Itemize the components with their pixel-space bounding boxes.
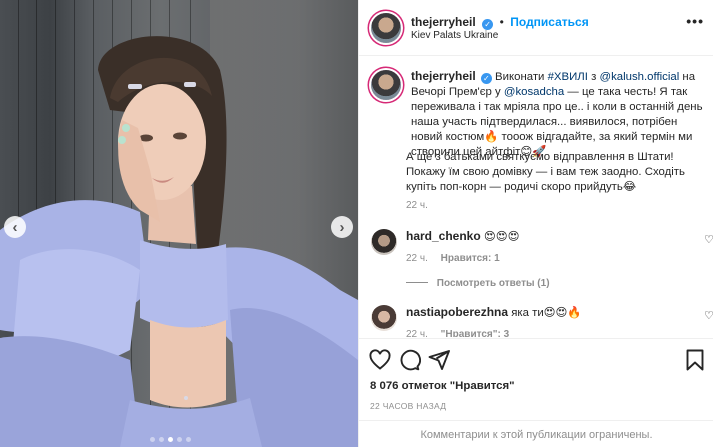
chevron-right-icon: ›: [339, 218, 345, 236]
carousel-dot: [186, 437, 191, 442]
caption-paragraph-2: А ще з батьками святкуємо відправлення в…: [406, 151, 685, 193]
commenter-avatar[interactable]: [371, 305, 397, 331]
woman-portrait: [0, 36, 358, 447]
verified-badge-icon: ✓: [480, 73, 492, 84]
caption-avatar[interactable]: [371, 70, 401, 100]
comment: nastiapoberezhna яка ти😍😍🔥: [406, 305, 582, 321]
heart-icon[interactable]: [368, 348, 392, 372]
comment-meta: 22 ч. "Нравится": 3: [406, 329, 509, 337]
comment-username[interactable]: nastiapoberezhna: [406, 305, 508, 319]
post-actions: 8 076 отметок "Нравится" 22 ЧАСОВ НАЗАД …: [359, 338, 713, 447]
comment-time[interactable]: 22 ч.: [406, 329, 428, 337]
chevron-left-icon: ‹: [12, 218, 18, 236]
caption-text-segment: Виконати: [495, 71, 548, 83]
caption-text: Виконати #ХВИЛІ з @kalush.official на Ве…: [411, 71, 703, 158]
post-header: thejerryheil ✓ • Подписаться Kiev Palats…: [359, 0, 713, 56]
comment-text: яка ти😍😍🔥: [511, 307, 582, 319]
carousel-dot: [168, 437, 173, 442]
author-username[interactable]: thejerryheil: [411, 15, 476, 29]
carousel-dots: [150, 437, 191, 442]
comment-username[interactable]: hard_chenko: [406, 229, 481, 243]
hashtag-link[interactable]: #ХВИЛІ: [548, 71, 588, 83]
comment-like-heart-icon[interactable]: ♡: [704, 233, 713, 246]
caption-text-segment: з: [587, 71, 600, 83]
comment: hard_chenko 😍😍😍: [406, 229, 520, 245]
carousel-dot: [159, 437, 164, 442]
instagram-post: ‹ › thejerryheil ✓ • Подписаться Kiev Pa…: [0, 0, 713, 447]
post-location[interactable]: Kiev Palats Ukraine: [411, 30, 498, 41]
comment-text: 😍😍😍: [483, 231, 520, 243]
comment-likes[interactable]: "Нравится": 3: [441, 329, 510, 337]
comment-icon[interactable]: [397, 348, 421, 372]
comment-meta: 22 ч. Нравится: 1: [406, 253, 500, 264]
comments-limited-notice: Комментарии к этой публикации ограничены…: [359, 420, 713, 447]
replies-line: [406, 282, 428, 283]
bookmark-icon[interactable]: [683, 348, 707, 372]
mention-link[interactable]: @kalush.official: [600, 71, 680, 83]
view-replies[interactable]: Посмотреть ответы (1): [406, 278, 550, 289]
author-avatar[interactable]: [371, 13, 401, 43]
post-side-panel: thejerryheil ✓ • Подписаться Kiev Palats…: [358, 0, 713, 447]
carousel-prev-button[interactable]: ‹: [4, 216, 26, 238]
carousel-dot: [177, 437, 182, 442]
comments-list[interactable]: thejerryheil ✓ Виконати #ХВИЛІ з @kalush…: [359, 57, 713, 337]
comment-likes[interactable]: Нравится: 1: [441, 253, 500, 264]
carousel-next-button[interactable]: ›: [331, 216, 353, 238]
comment-like-heart-icon[interactable]: ♡: [704, 309, 713, 322]
carousel-dot: [150, 437, 155, 442]
commenter-avatar[interactable]: [371, 229, 397, 255]
verified-badge-icon: ✓: [482, 19, 494, 30]
header-separator: •: [499, 15, 504, 29]
caption-time[interactable]: 22 ч.: [406, 200, 428, 211]
more-options-button[interactable]: •••: [686, 13, 704, 29]
mention-link[interactable]: @kosadcha: [504, 86, 564, 98]
view-replies-label[interactable]: Посмотреть ответы (1): [437, 278, 550, 289]
post-time-ago[interactable]: 22 ЧАСОВ НАЗАД: [370, 401, 446, 411]
caption: thejerryheil ✓ Виконати #ХВИЛІ з @kalush…: [411, 69, 703, 160]
follow-button[interactable]: Подписаться: [510, 15, 588, 29]
post-photo[interactable]: ‹ ›: [0, 0, 358, 447]
share-icon[interactable]: [427, 348, 451, 372]
comment-time[interactable]: 22 ч.: [406, 253, 428, 264]
caption-username[interactable]: thejerryheil: [411, 69, 476, 83]
likes-count[interactable]: 8 076 отметок "Нравится": [370, 380, 515, 392]
